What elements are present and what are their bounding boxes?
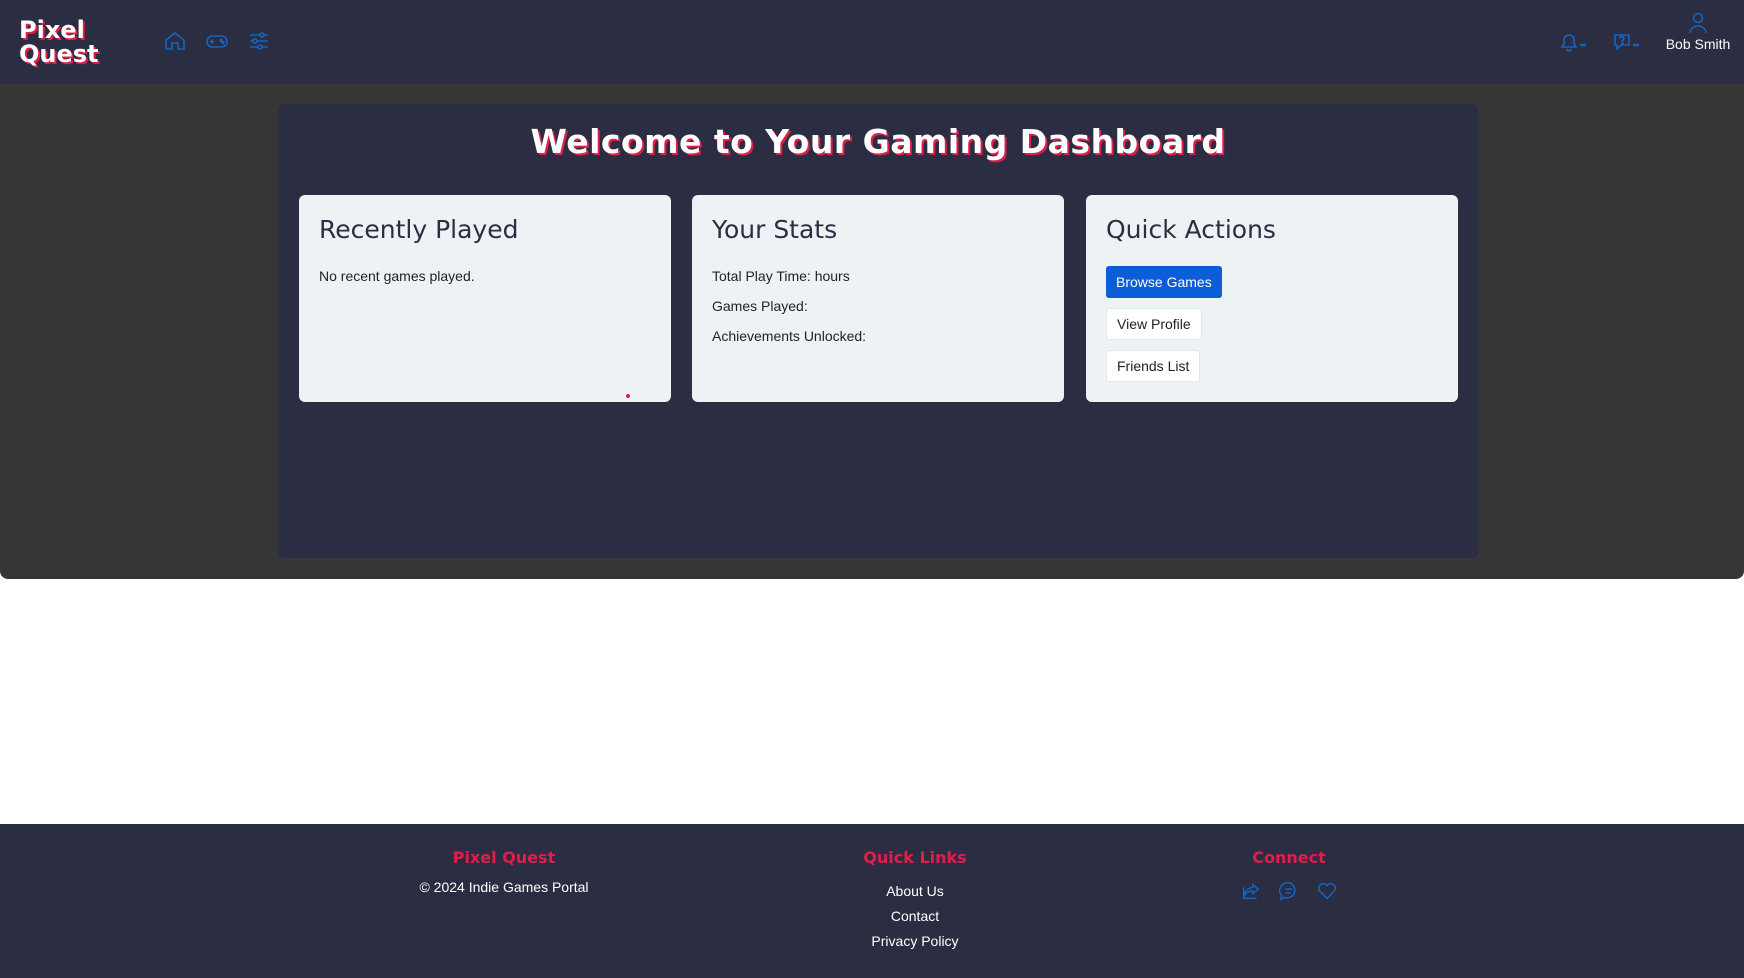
footer-link-contact[interactable]: Contact bbox=[815, 904, 1015, 929]
logo-line-1: Pixel bbox=[19, 16, 85, 44]
nav-icons bbox=[163, 29, 271, 53]
home-icon[interactable] bbox=[163, 29, 187, 53]
friends-list-button[interactable]: Friends List bbox=[1106, 350, 1201, 382]
browse-games-button[interactable]: Browse Games bbox=[1106, 266, 1222, 298]
chat-icon[interactable] bbox=[1277, 879, 1301, 903]
logo-line-2: Quest bbox=[19, 40, 99, 68]
footer-links-column: Quick Links About Us Contact Privacy Pol… bbox=[815, 848, 1015, 954]
stats-heading: Your Stats bbox=[712, 215, 838, 244]
sliders-icon[interactable] bbox=[247, 29, 271, 53]
stat-games-played: Games Played: bbox=[712, 298, 808, 314]
footer-links-heading: Quick Links bbox=[863, 848, 967, 867]
user-icon bbox=[1689, 12, 1707, 34]
page-title: Welcome to Your Gaming Dashboard bbox=[530, 122, 1226, 161]
footer-connect-column: Connect bbox=[1189, 848, 1389, 903]
stat-play-time: Total Play Time: hours bbox=[712, 268, 850, 284]
footer: Pixel Quest © 2024 Indie Games Portal Qu… bbox=[0, 824, 1744, 978]
bell-icon[interactable] bbox=[1557, 30, 1589, 54]
help-icon[interactable] bbox=[1611, 30, 1643, 54]
recently-played-empty: No recent games played. bbox=[319, 268, 475, 284]
gamepad-icon[interactable] bbox=[205, 29, 229, 53]
footer-brand-column: Pixel Quest © 2024 Indie Games Portal bbox=[404, 848, 604, 895]
view-profile-button[interactable]: View Profile bbox=[1106, 308, 1202, 340]
top-navbar: Pixel Quest Bob Smith bbox=[0, 0, 1744, 84]
recently-played-card: Recently Played No recent games played. bbox=[299, 195, 671, 402]
footer-copyright: © 2024 Indie Games Portal bbox=[419, 879, 589, 895]
footer-connect-heading: Connect bbox=[1252, 848, 1326, 867]
user-name: Bob Smith bbox=[1665, 36, 1731, 52]
logo[interactable]: Pixel Quest bbox=[19, 18, 99, 66]
footer-brand-heading: Pixel Quest bbox=[452, 848, 556, 867]
quick-actions-heading: Quick Actions bbox=[1106, 215, 1276, 244]
footer-link-about[interactable]: About Us bbox=[815, 879, 1015, 904]
recently-played-heading: Recently Played bbox=[319, 215, 519, 244]
heart-icon[interactable] bbox=[1315, 879, 1339, 903]
footer-link-privacy[interactable]: Privacy Policy bbox=[815, 929, 1015, 954]
stat-achievements: Achievements Unlocked: bbox=[712, 328, 867, 344]
share-icon[interactable] bbox=[1239, 879, 1263, 903]
indicator-dot bbox=[626, 394, 630, 398]
stats-card: Your Stats Total Play Time: hours Games … bbox=[692, 195, 1064, 402]
user-menu[interactable]: Bob Smith bbox=[1660, 12, 1736, 52]
social-icons bbox=[1189, 879, 1389, 903]
quick-actions-card: Quick Actions Browse Games View Profile … bbox=[1086, 195, 1458, 402]
dashboard-panel: Welcome to Your Gaming Dashboard Recentl… bbox=[278, 104, 1478, 558]
